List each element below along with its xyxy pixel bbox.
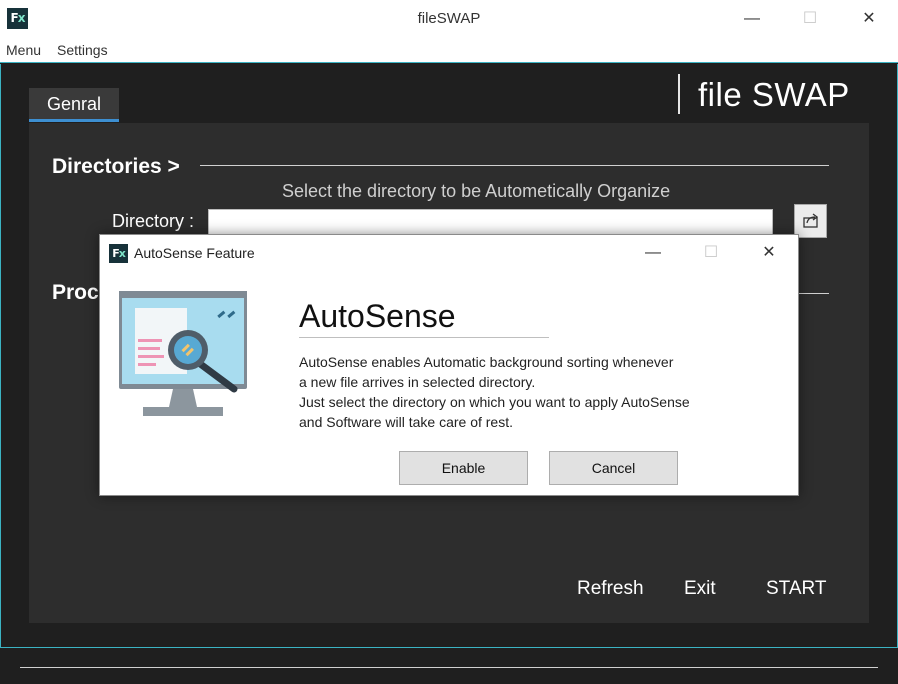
cancel-button[interactable]: Cancel — [549, 451, 678, 485]
dialog-heading-underline — [299, 337, 549, 338]
brand-title: file SWAP — [698, 76, 850, 113]
autosense-dialog: Fx AutoSense Feature — ☐ ✕ AutoSense Aut… — [99, 234, 799, 496]
computer-magnifier-icon — [119, 291, 247, 416]
directory-input[interactable] — [208, 209, 773, 235]
dialog-close-icon[interactable]: ✕ — [749, 239, 789, 267]
dialog-text-line: and Software will take care of rest. — [299, 414, 513, 430]
directory-hint: Select the directory to be Autometically… — [282, 181, 671, 201]
refresh-button[interactable]: Refresh — [577, 578, 644, 600]
dialog-maximize-icon[interactable]: ☐ — [691, 239, 731, 267]
exit-button[interactable]: Exit — [684, 578, 716, 600]
dialog-logo-icon: Fx — [109, 244, 128, 263]
dialog-text-line: a new file arrives in selected directory… — [299, 374, 536, 390]
close-icon[interactable]: ✕ — [846, 4, 892, 34]
share-export-icon — [803, 213, 819, 228]
dialog-heading: AutoSense — [299, 298, 456, 334]
start-button[interactable]: START — [766, 578, 827, 600]
dialog-minimize-icon[interactable]: — — [633, 239, 673, 267]
tab-genral[interactable]: Genral — [29, 88, 119, 122]
footer-divider — [20, 667, 878, 668]
enable-button[interactable]: Enable — [399, 451, 528, 485]
maximize-icon[interactable]: ☐ — [787, 4, 833, 34]
directory-label: Directory : — [112, 211, 195, 231]
title-bar: Fx fileSWAP — ☐ ✕ — [0, 0, 898, 38]
brand-divider — [678, 74, 680, 114]
dialog-text-line: Just select the directory on which you w… — [299, 394, 690, 410]
process-heading: Proc — [52, 281, 99, 304]
menu-item-settings[interactable]: Settings — [57, 42, 108, 58]
menu-bar: Menu Settings — [0, 38, 898, 63]
minimize-icon[interactable]: — — [729, 4, 775, 34]
directories-rule — [200, 165, 829, 166]
browse-directory-button[interactable] — [794, 204, 827, 238]
dialog-text-line: AutoSense enables Automatic background s… — [299, 354, 674, 370]
dialog-title: AutoSense Feature — [134, 245, 255, 261]
process-rule — [799, 293, 829, 294]
menu-item-menu[interactable]: Menu — [6, 42, 41, 58]
directories-heading: Directories > — [52, 155, 180, 178]
